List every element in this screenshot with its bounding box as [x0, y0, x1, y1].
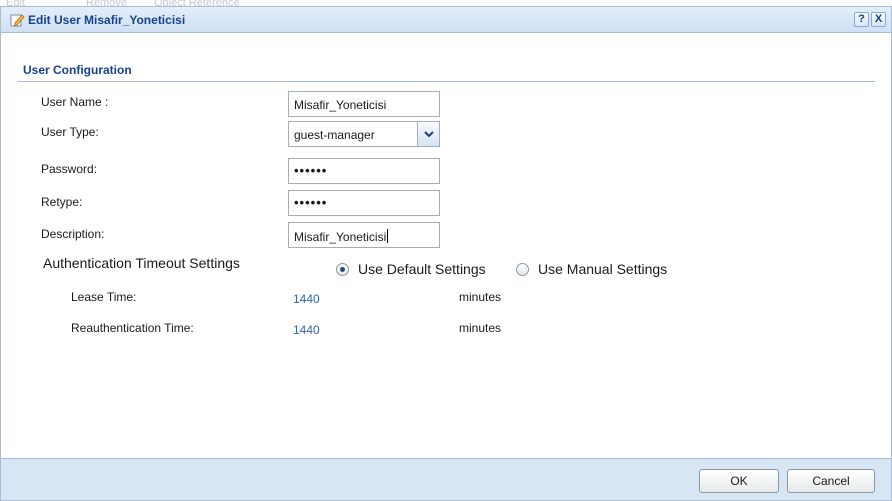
- reauth-time-unit: minutes: [459, 321, 502, 335]
- use-manual-settings-radio[interactable]: [516, 262, 529, 276]
- chevron-down-icon[interactable]: [417, 122, 439, 146]
- use-default-settings-radio[interactable]: [336, 262, 349, 276]
- cancel-button[interactable]: Cancel: [787, 469, 875, 493]
- use-default-settings-label[interactable]: Use Default Settings: [358, 261, 486, 277]
- auth-timeout-label: Authentication Timeout Settings: [43, 255, 240, 271]
- use-default-settings-option[interactable]: Use Default Settings: [336, 261, 486, 277]
- password-label: Password:: [41, 162, 98, 176]
- section-title: User Configuration: [23, 63, 132, 77]
- lease-time-label: Lease Time:: [71, 290, 137, 304]
- retype-label: Retype:: [41, 195, 83, 209]
- username-value: Misafir_Yoneticisi: [294, 98, 387, 112]
- help-button[interactable]: ?: [854, 12, 869, 27]
- description-label: Description:: [41, 227, 105, 241]
- description-value: Misafir_Yoneticisi: [294, 230, 387, 244]
- close-button[interactable]: X: [871, 12, 886, 27]
- dialog-titlebar[interactable]: Edit User Misafir_Yoneticisi ? X: [1, 7, 891, 33]
- text-cursor: [387, 229, 389, 243]
- lease-time-unit: minutes: [459, 290, 502, 304]
- dialog-footer: OK Cancel: [1, 458, 891, 500]
- reauth-time-value: 1440: [293, 323, 320, 337]
- username-label: User Name :: [41, 95, 109, 109]
- lease-time-value: 1440: [293, 292, 320, 306]
- ok-button[interactable]: OK: [699, 469, 779, 493]
- description-input[interactable]: Misafir_Yoneticisi: [288, 222, 440, 248]
- dialog-title: Edit User Misafir_Yoneticisi: [28, 13, 186, 27]
- edit-pencil-icon: [9, 12, 25, 28]
- password-value: ••••••: [294, 163, 328, 178]
- reauth-time-label: Reauthentication Time:: [71, 321, 194, 335]
- use-manual-settings-label[interactable]: Use Manual Settings: [538, 261, 667, 277]
- section-divider: [17, 81, 875, 82]
- usertype-value: guest-manager: [294, 128, 375, 142]
- usertype-select[interactable]: guest-manager: [288, 121, 440, 147]
- usertype-label: User Type:: [41, 125, 99, 139]
- edit-user-dialog: Edit User Misafir_Yoneticisi ? X User Co…: [0, 6, 892, 501]
- retype-value: ••••••: [294, 195, 328, 210]
- use-manual-settings-option[interactable]: Use Manual Settings: [516, 261, 667, 277]
- username-input[interactable]: Misafir_Yoneticisi: [288, 91, 440, 117]
- retype-input[interactable]: ••••••: [288, 190, 440, 216]
- password-input[interactable]: ••••••: [288, 158, 440, 184]
